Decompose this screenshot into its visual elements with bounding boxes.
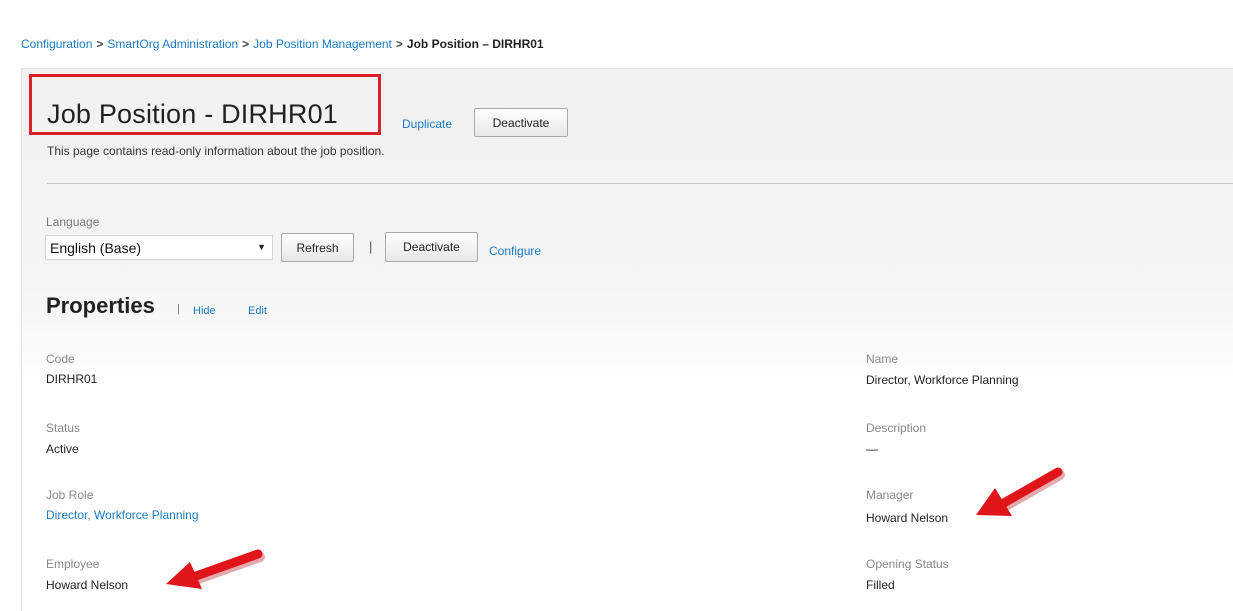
breadcrumb-separator: > [242,37,250,51]
description-value: — [866,442,878,456]
page-description: This page contains read-only information… [47,144,385,158]
description-label: Description [866,421,927,435]
breadcrumb-configuration[interactable]: Configuration [21,37,92,51]
duplicate-link[interactable]: Duplicate [402,117,452,131]
toolbar-separator: | [369,239,373,254]
manager-label: Manager [866,488,914,502]
employee-value: Howard Nelson [46,578,129,592]
breadcrumb-job-position-management[interactable]: Job Position Management [253,37,392,51]
language-select[interactable]: English (Base) ▼ [45,235,273,260]
breadcrumb-separator: > [96,37,104,51]
language-label: Language [46,215,100,229]
breadcrumb-smartorg-administration[interactable]: SmartOrg Administration [107,37,238,51]
name-label: Name [866,352,899,366]
manager-annotation-arrow-icon [976,467,1065,516]
name-value: Director, Workforce Planning [866,373,1019,387]
configure-link[interactable]: Configure [489,244,541,258]
properties-heading: Properties [46,293,155,318]
breadcrumb: Configuration > SmartOrg Administration > Jo… [21,37,544,51]
status-value: Active [46,442,79,456]
manager-value: Howard Nelson [866,511,949,525]
refresh-button[interactable]: Refresh [281,233,354,262]
employee-annotation-arrow-icon [166,549,265,589]
deactivate-button[interactable]: Deactivate [474,108,568,137]
opening-status-label: Opening Status [866,557,949,571]
title-highlight-box [29,74,381,135]
job-role-link[interactable]: Director, Workforce Planning [46,508,199,522]
employee-label: Employee [46,557,100,571]
job-role-label: Job Role [46,488,94,502]
language-deactivate-button[interactable]: Deactivate [385,232,478,262]
opening-status-value: Filled [866,578,895,592]
properties-separator: | [177,303,180,315]
breadcrumb-separator: > [395,37,403,51]
divider [47,183,1233,184]
breadcrumb-current: Job Position – DIRHR01 [406,37,544,51]
code-value: DIRHR01 [46,372,98,386]
hide-link[interactable]: Hide [193,305,216,317]
status-label: Status [46,421,81,435]
code-label: Code [46,352,75,366]
language-selected-value: English (Base) [50,239,142,256]
chevron-down-icon: ▼ [257,242,266,252]
edit-link[interactable]: Edit [248,305,267,317]
